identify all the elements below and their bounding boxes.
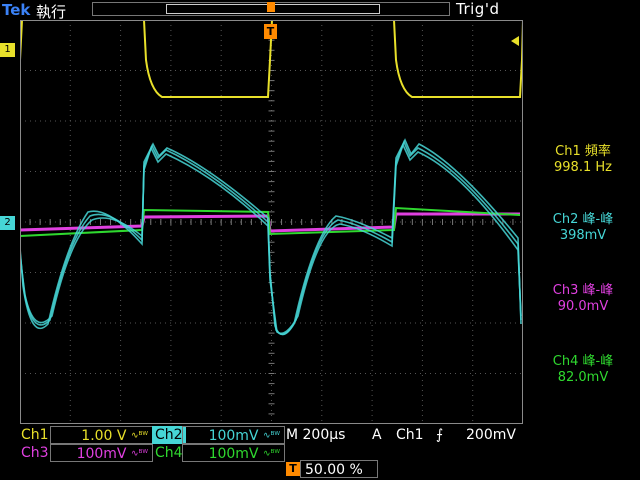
trigger-level-arrow-icon[interactable]: [511, 36, 519, 46]
measurement-ch1-frequency: Ch1 頻率 998.1 Hz: [526, 144, 640, 176]
ch2-label[interactable]: Ch2: [152, 426, 186, 444]
measurement-label: Ch3 峰-峰: [552, 283, 614, 298]
graticule-border: [20, 20, 523, 424]
measurement-label: Ch1 頻率: [555, 144, 611, 159]
trigger-position-value[interactable]: 50.00 %: [300, 460, 378, 478]
ch1-ground-marker[interactable]: 1: [0, 43, 15, 57]
measurement-value: 398mV: [559, 228, 607, 243]
trigger-position-icon: T: [286, 462, 300, 476]
bandwidth-limit-icon: ∿ᴮᵂ: [130, 449, 148, 459]
measurement-label: Ch2 峰-峰: [552, 212, 614, 227]
measurement-ch4-pk-pk: Ch4 峰-峰 82.0mV: [526, 354, 640, 386]
measurement-ch3-pk-pk: Ch3 峰-峰 90.0mV: [526, 283, 640, 315]
run-state: 執行: [36, 3, 67, 21]
bandwidth-limit-icon: ∿ᴮᵂ: [262, 449, 280, 459]
measurement-value: 82.0mV: [557, 370, 609, 385]
ch1-label[interactable]: Ch1: [18, 426, 52, 444]
bandwidth-limit-icon: ∿ᴮᵂ: [262, 431, 280, 441]
ch3-scale[interactable]: 100mV ∿ᴮᵂ: [50, 444, 153, 462]
measurement-value: 998.1 Hz: [554, 160, 612, 175]
measurement-label: Ch4 峰-峰: [552, 354, 614, 369]
ch3-label[interactable]: Ch3: [18, 444, 52, 462]
status-bar: Tek 執行 Trig'd: [0, 0, 640, 21]
ch3-scale-value: 100mV: [76, 446, 127, 462]
ch2-scale-value: 100mV: [208, 428, 259, 444]
bandwidth-limit-icon: ∿ᴮᵂ: [130, 431, 148, 441]
readout-bar: Ch1 1.00 V ∿ᴮᵂ Ch2 100mV ∿ᴮᵂ Ch3 100mV ∿…: [0, 424, 640, 480]
ch2-scale[interactable]: 100mV ∿ᴮᵂ: [182, 426, 285, 444]
brand-logo: Tek: [2, 1, 31, 19]
ch4-scale-value: 100mV: [208, 446, 259, 462]
trigger-position-indicator: [267, 2, 275, 12]
ch2-ground-marker[interactable]: 2: [0, 216, 15, 230]
acquisition-mode: A: [372, 427, 382, 443]
trigger-status: Trig'd: [456, 0, 500, 18]
ch4-scale[interactable]: 100mV ∿ᴮᵂ: [182, 444, 285, 462]
trigger-marker[interactable]: T: [264, 24, 277, 39]
ch4-label[interactable]: Ch4: [152, 444, 186, 462]
ch1-scale[interactable]: 1.00 V ∿ᴮᵂ: [50, 426, 153, 444]
measurement-value: 90.0mV: [557, 299, 609, 314]
timebase-readout[interactable]: M 200µs: [286, 426, 345, 444]
trigger-level[interactable]: 200mV: [466, 426, 516, 444]
trigger-source[interactable]: Ch1: [396, 426, 424, 444]
measurement-ch2-pk-pk: Ch2 峰-峰 398mV: [526, 212, 640, 244]
rising-edge-icon: ⨍: [436, 427, 444, 443]
ch1-scale-value: 1.00 V: [81, 428, 127, 444]
